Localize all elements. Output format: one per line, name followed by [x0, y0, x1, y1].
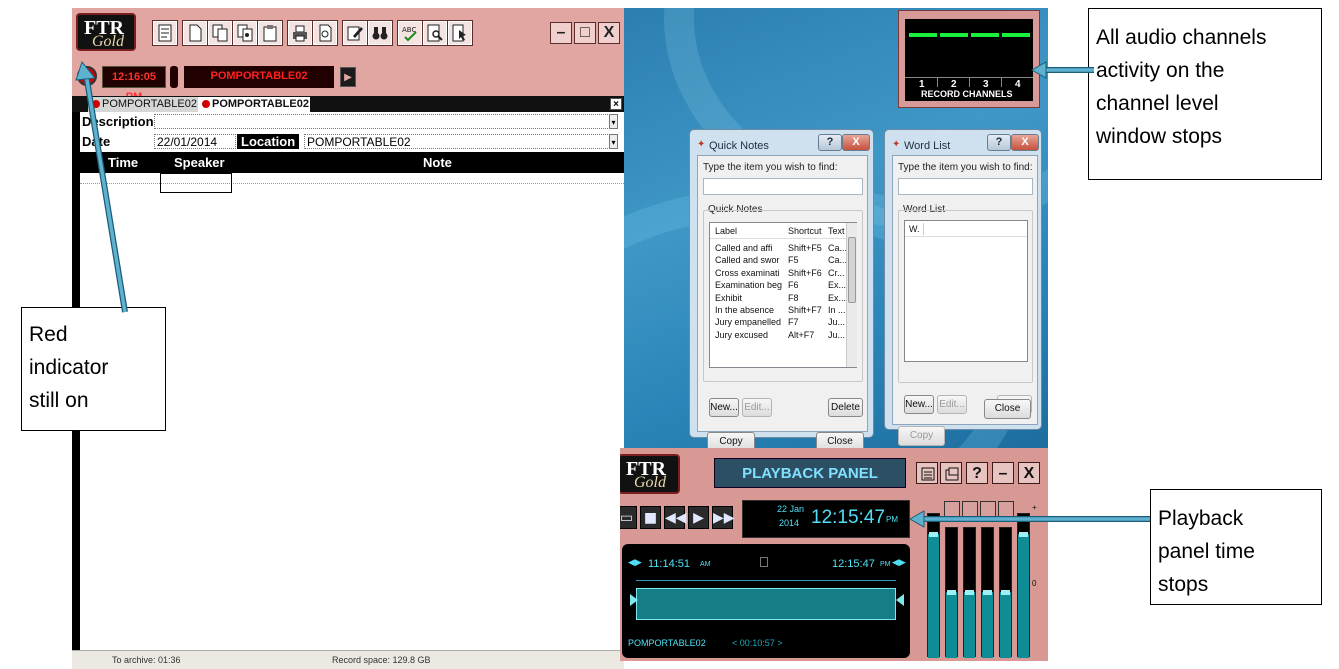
- arrow-audio-channels: [1030, 61, 1094, 79]
- callout-arrows: [75, 60, 1150, 528]
- arrow-red-indicator: [75, 60, 128, 313]
- arrow-playback-time: [908, 510, 1150, 528]
